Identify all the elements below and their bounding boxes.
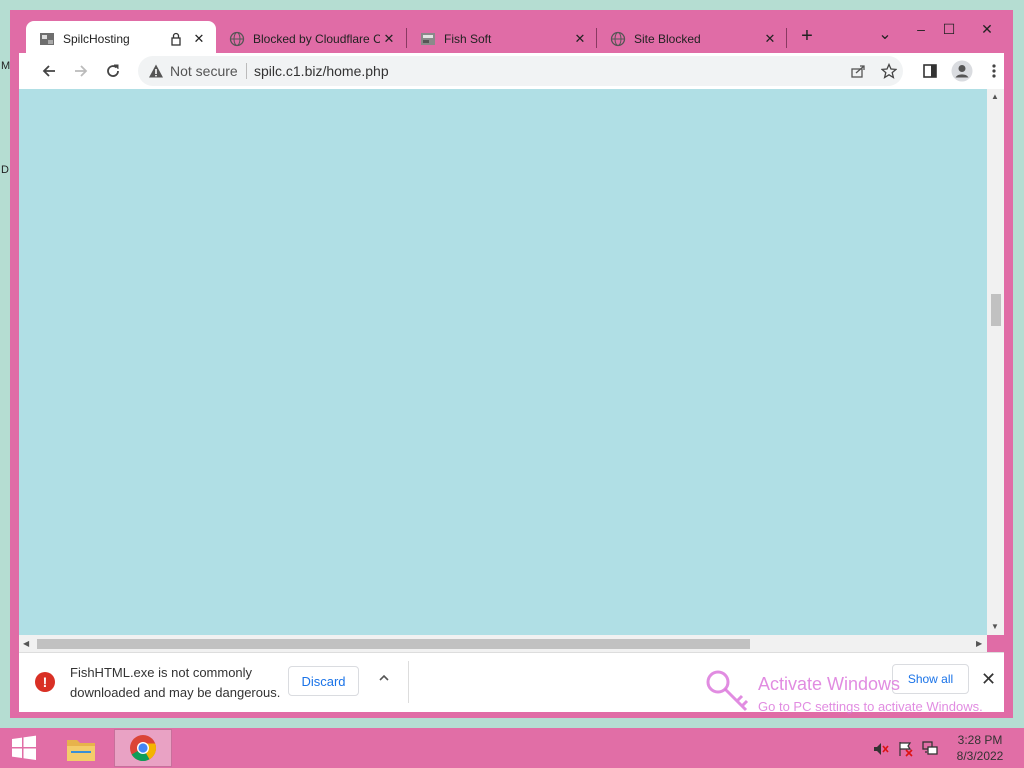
tab-search-button[interactable]: ⌄: [872, 23, 898, 45]
clock-date: 8/3/2022: [956, 749, 1004, 763]
scroll-left-arrow-icon[interactable]: ◀: [23, 639, 29, 648]
tab-separator: [786, 28, 787, 48]
action-center-flag-icon[interactable]: [898, 741, 914, 757]
horizontal-scrollbar[interactable]: ◀ ▶: [19, 635, 987, 652]
scroll-up-arrow-icon[interactable]: ▲: [991, 92, 999, 101]
maximize-button[interactable]: ☐: [936, 18, 962, 40]
reload-icon: [107, 64, 119, 77]
chrome-taskbar-button[interactable]: [114, 729, 172, 767]
tab-close-icon[interactable]: ✕: [190, 31, 208, 47]
page-thumbnail-icon: [40, 33, 54, 45]
volume-muted-icon[interactable]: [873, 742, 889, 756]
start-button[interactable]: [8, 734, 40, 762]
address-bar[interactable]: Not secure spilc.c1.biz/home.php: [138, 56, 903, 86]
share-icon[interactable]: [850, 63, 866, 79]
scroll-right-arrow-icon[interactable]: ▶: [976, 639, 982, 648]
desktop-edge-text: M: [1, 60, 11, 72]
close-window-button[interactable]: ✕: [972, 18, 1002, 40]
folder-icon: [67, 740, 95, 761]
url-text[interactable]: spilc.c1.biz/home.php: [254, 63, 389, 79]
minimize-button[interactable]: –: [908, 18, 934, 40]
horizontal-scroll-thumb[interactable]: [37, 639, 750, 649]
back-arrow-icon: [42, 65, 55, 77]
chevron-up-icon[interactable]: [378, 672, 390, 684]
side-panel-button[interactable]: [918, 59, 942, 83]
globe-icon: [229, 31, 245, 47]
warning-triangle-icon[interactable]: [148, 63, 164, 79]
tab-title: Blocked by Cloudflare C: [253, 32, 380, 46]
download-bar-separator: [408, 661, 409, 703]
file-explorer-taskbar-button[interactable]: [60, 732, 102, 766]
network-icon[interactable]: [922, 740, 938, 756]
forward-arrow-icon: [75, 65, 88, 77]
side-panel-icon: [923, 64, 937, 78]
close-download-bar-icon[interactable]: ✕: [981, 669, 996, 690]
browser-toolbar: Not secure spilc.c1.biz/home.php: [19, 53, 1004, 89]
tab-blocked-cloudflare[interactable]: Blocked by Cloudflare C ✕: [216, 21, 406, 57]
security-label[interactable]: Not secure: [170, 63, 238, 79]
omnibox-separator: [246, 63, 247, 79]
vertical-scroll-thumb[interactable]: [991, 294, 1001, 326]
profile-avatar-icon: [951, 60, 973, 82]
browser-window: – ☐ ✕ SpilcHosting ✕ Blocked by Cloudfla…: [10, 10, 1013, 718]
menu-button[interactable]: [982, 59, 1006, 83]
vertical-scrollbar[interactable]: ▲ ▼: [987, 89, 1004, 635]
windows-logo-icon: [12, 735, 36, 760]
tab-site-blocked[interactable]: Site Blocked ✕: [597, 21, 787, 57]
reload-button[interactable]: [101, 59, 125, 83]
page-thumbnail-icon: [421, 33, 435, 45]
tab-title: Fish Soft: [444, 32, 492, 46]
chrome-logo-icon: [130, 735, 157, 762]
activate-windows-title: Activate Windows: [758, 674, 901, 694]
bookmark-star-icon[interactable]: [881, 63, 897, 79]
tab-title: SpilcHosting: [63, 32, 130, 46]
download-warning-message: FishHTML.exe is not commonly downloaded …: [70, 665, 281, 700]
scroll-down-arrow-icon[interactable]: ▼: [991, 622, 999, 631]
tab-close-icon[interactable]: ✕: [761, 31, 779, 47]
show-all-button[interactable]: Show all: [892, 664, 969, 694]
kebab-menu-icon: [992, 64, 996, 78]
danger-warning-icon: !: [35, 672, 55, 692]
back-button[interactable]: [37, 59, 61, 83]
globe-icon: [610, 31, 626, 47]
taskbar-clock[interactable]: 3:28 PM 8/3/2022: [950, 732, 1010, 764]
activate-windows-subtitle: Go to PC settings to activate Windows.: [758, 699, 983, 714]
page-content[interactable]: [19, 89, 987, 635]
desktop-edge-text: D: [1, 164, 9, 176]
tab-close-icon[interactable]: ✕: [380, 31, 398, 47]
tab-fish-soft[interactable]: Fish Soft ✕: [407, 21, 597, 57]
new-tab-button[interactable]: +: [794, 25, 820, 47]
tab-close-icon[interactable]: ✕: [571, 31, 589, 47]
taskbar: 3:28 PM 8/3/2022: [0, 728, 1024, 768]
forward-button[interactable]: [69, 59, 93, 83]
key-watermark-icon: [706, 670, 749, 712]
tab-title: Site Blocked: [634, 32, 701, 46]
discard-button[interactable]: Discard: [288, 666, 359, 696]
profile-button[interactable]: [950, 59, 974, 83]
padlock-icon: [171, 32, 181, 46]
tab-spilchosting[interactable]: SpilcHosting ✕: [26, 21, 216, 57]
clock-time: 3:28 PM: [957, 733, 1003, 747]
